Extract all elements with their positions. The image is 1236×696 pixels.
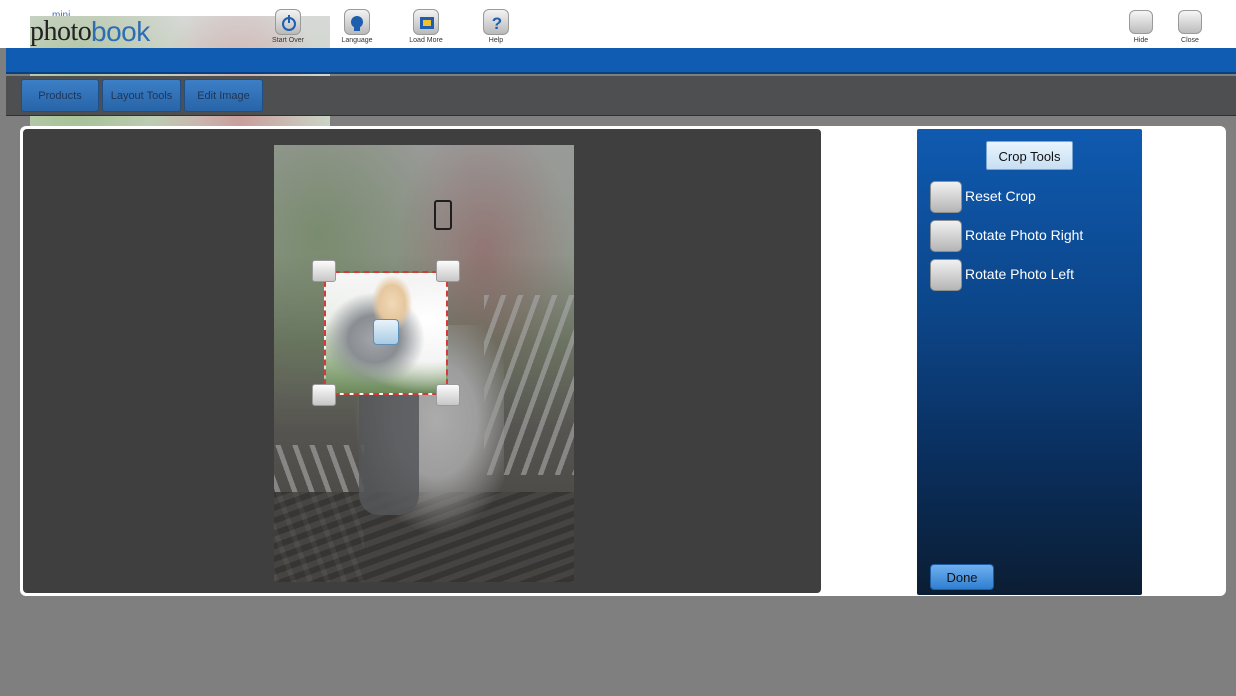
- start-over-button[interactable]: Start Over: [258, 9, 318, 44]
- close-icon: [1178, 10, 1202, 34]
- rotate-left-label: Rotate Photo Left: [965, 266, 1074, 282]
- language-button[interactable]: Language: [327, 9, 387, 44]
- tab-products[interactable]: Products: [21, 79, 99, 112]
- crop-handle-top-left[interactable]: [312, 260, 336, 282]
- crop-handle-top-right[interactable]: [436, 260, 460, 282]
- hide-icon: [1129, 10, 1153, 34]
- svg-text:?: ?: [492, 14, 502, 33]
- rotate-right-label: Rotate Photo Right: [965, 227, 1084, 243]
- square-button-icon: [930, 259, 962, 291]
- logo-book: book: [91, 16, 150, 47]
- square-button-icon: [930, 220, 962, 252]
- load-more-button[interactable]: Load More: [396, 9, 456, 44]
- square-button-icon: [930, 181, 962, 213]
- crop-move-handle[interactable]: [373, 319, 399, 345]
- hide-button[interactable]: Hide: [1126, 10, 1156, 44]
- speaking-head-icon: [344, 9, 370, 35]
- power-icon: [275, 9, 301, 35]
- close-button[interactable]: Close: [1175, 10, 1205, 44]
- help-button[interactable]: ? Help: [466, 9, 526, 44]
- start-over-label: Start Over: [272, 37, 304, 44]
- crop-tools-panel: Crop Tools Reset Crop Rotate Photo Right…: [917, 129, 1142, 595]
- reset-crop-label: Reset Crop: [965, 188, 1036, 204]
- tab-layout-tools[interactable]: Layout Tools: [102, 79, 181, 112]
- tab-bar: Products Layout Tools Edit Image: [6, 76, 1236, 116]
- close-label: Close: [1181, 37, 1199, 44]
- crop-handle-bottom-left[interactable]: [312, 384, 336, 406]
- accent-bar: [6, 48, 1236, 74]
- image-stack-icon: [413, 9, 439, 35]
- app-header: mini photo book Start Over Language Load…: [0, 0, 1236, 453]
- done-button[interactable]: Done: [930, 564, 994, 590]
- crop-tools-title: Crop Tools: [986, 141, 1073, 170]
- help-label: Help: [488, 37, 504, 44]
- crop-handle-bottom-right[interactable]: [436, 384, 460, 406]
- tab-edit-image[interactable]: Edit Image: [184, 79, 263, 112]
- editor-panel: Crop Tools Reset Crop Rotate Photo Right…: [20, 126, 1226, 596]
- question-mark-icon: ?: [483, 9, 509, 35]
- photo-canvas: [23, 129, 821, 593]
- wedding-photo: [274, 145, 574, 582]
- hide-label: Hide: [1133, 37, 1149, 44]
- language-label: Language: [341, 37, 373, 44]
- load-more-label: Load More: [409, 37, 443, 44]
